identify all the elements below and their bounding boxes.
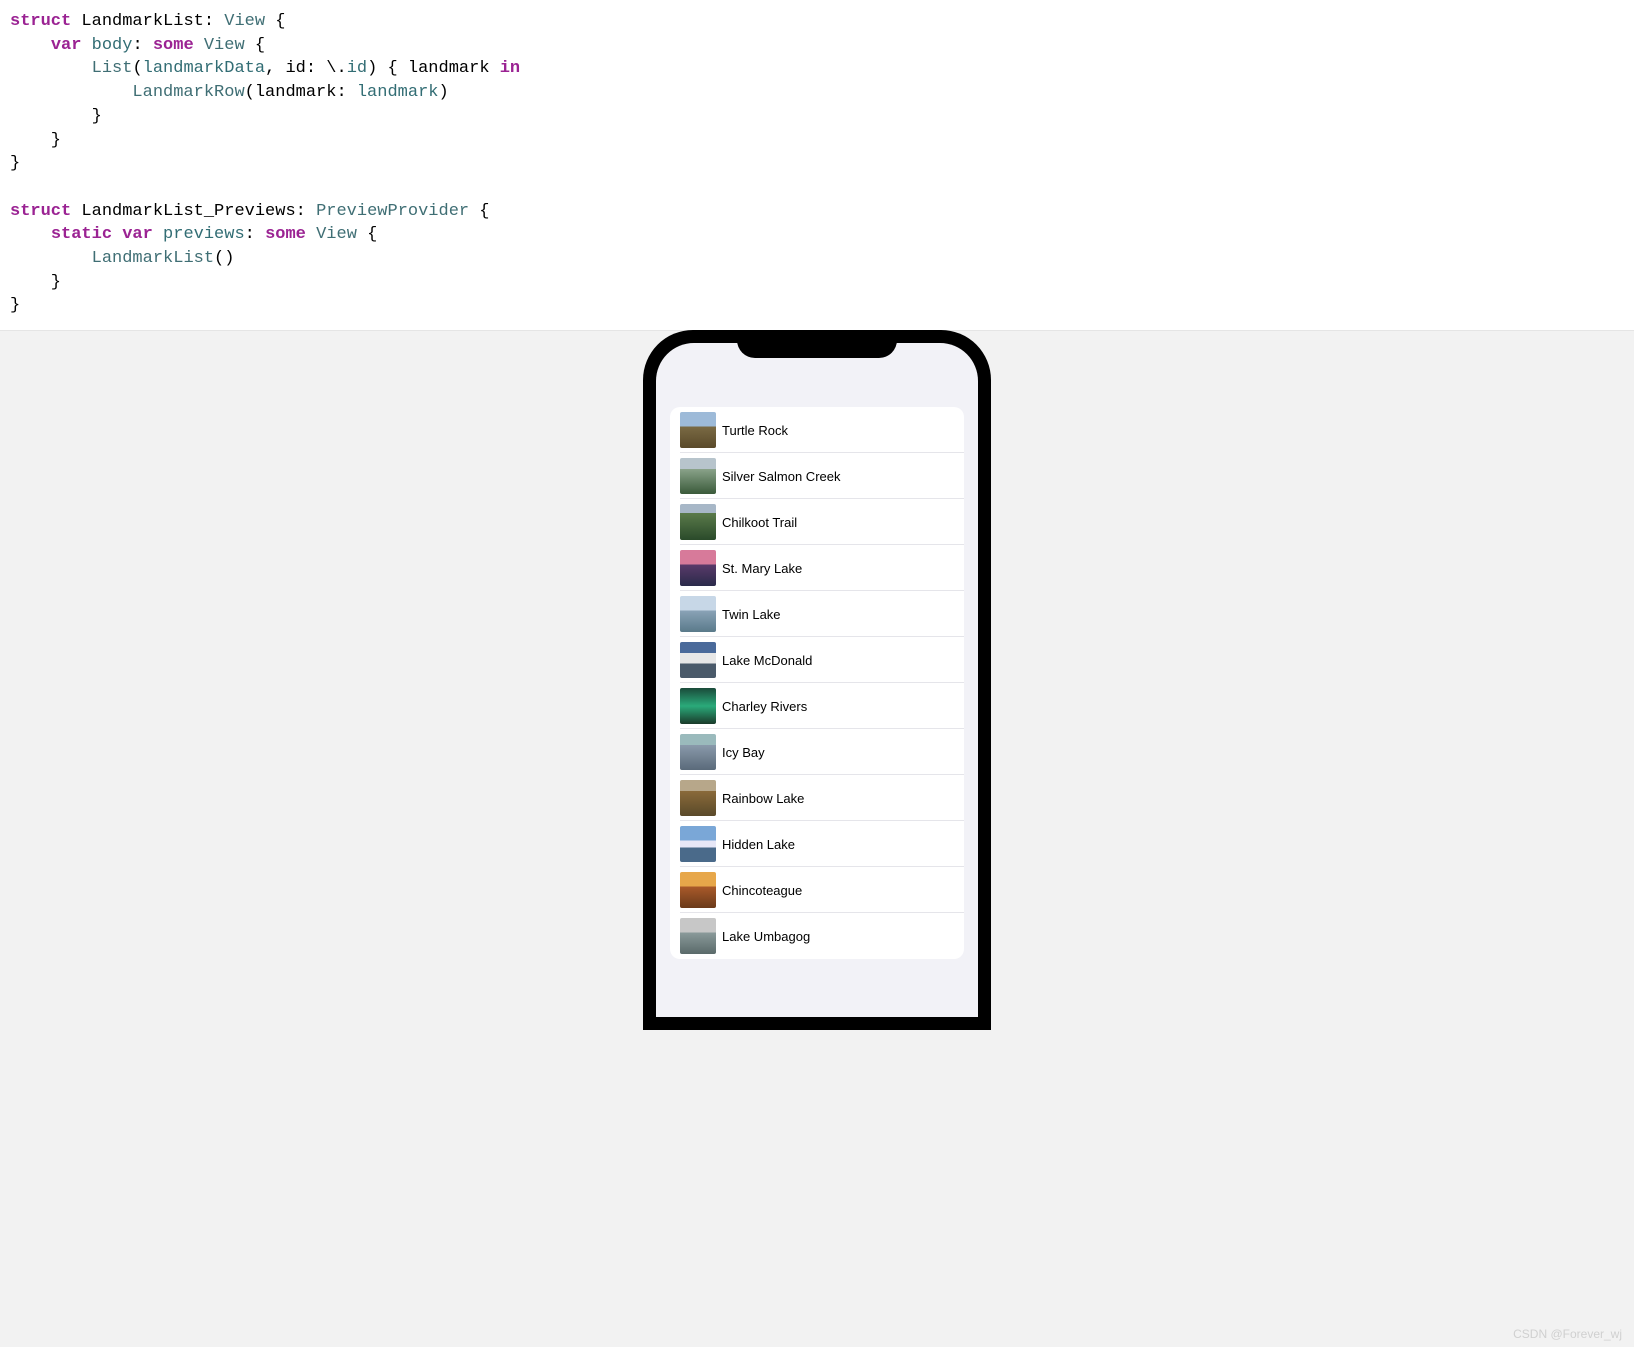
list-row[interactable]: Chincoteague [670, 867, 964, 913]
landmark-name: Lake Umbagog [722, 929, 810, 944]
list-row[interactable]: Lake McDonald [670, 637, 964, 683]
landmark-name: Turtle Rock [722, 423, 788, 438]
landmark-thumbnail [680, 826, 716, 862]
phone-frame: Turtle Rock Silver Salmon Creek Chilkoot… [643, 330, 991, 1030]
list-row[interactable]: Twin Lake [670, 591, 964, 637]
landmark-name: Chilkoot Trail [722, 515, 797, 530]
list-row[interactable]: Hidden Lake [670, 821, 964, 867]
landmark-thumbnail [680, 918, 716, 954]
landmark-thumbnail [680, 872, 716, 908]
landmark-name: Icy Bay [722, 745, 765, 760]
landmark-list[interactable]: Turtle Rock Silver Salmon Creek Chilkoot… [670, 407, 964, 959]
landmark-name: Chincoteague [722, 883, 802, 898]
list-row[interactable]: Lake Umbagog [670, 913, 964, 959]
landmark-name: Rainbow Lake [722, 791, 804, 806]
watermark: CSDN @Forever_wj [1513, 1327, 1622, 1341]
list-row[interactable]: Chilkoot Trail [670, 499, 964, 545]
landmark-thumbnail [680, 596, 716, 632]
list-row[interactable]: Rainbow Lake [670, 775, 964, 821]
landmark-thumbnail [680, 504, 716, 540]
preview-canvas[interactable]: Turtle Rock Silver Salmon Creek Chilkoot… [0, 331, 1634, 1347]
landmark-thumbnail [680, 688, 716, 724]
landmark-name: Hidden Lake [722, 837, 795, 852]
landmark-thumbnail [680, 642, 716, 678]
landmark-name: Lake McDonald [722, 653, 812, 668]
landmark-name: Charley Rivers [722, 699, 807, 714]
list-row[interactable]: St. Mary Lake [670, 545, 964, 591]
landmark-thumbnail [680, 412, 716, 448]
landmark-name: St. Mary Lake [722, 561, 802, 576]
landmark-name: Twin Lake [722, 607, 781, 622]
list-row[interactable]: Silver Salmon Creek [670, 453, 964, 499]
code-editor[interactable]: struct LandmarkList: View { var body: so… [0, 0, 1634, 328]
landmark-thumbnail [680, 550, 716, 586]
phone-notch [737, 330, 897, 358]
list-row[interactable]: Turtle Rock [670, 407, 964, 453]
phone-screen: Turtle Rock Silver Salmon Creek Chilkoot… [656, 343, 978, 1017]
landmark-name: Silver Salmon Creek [722, 469, 841, 484]
list-row[interactable]: Charley Rivers [670, 683, 964, 729]
list-row[interactable]: Icy Bay [670, 729, 964, 775]
landmark-thumbnail [680, 734, 716, 770]
landmark-thumbnail [680, 458, 716, 494]
landmark-thumbnail [680, 780, 716, 816]
